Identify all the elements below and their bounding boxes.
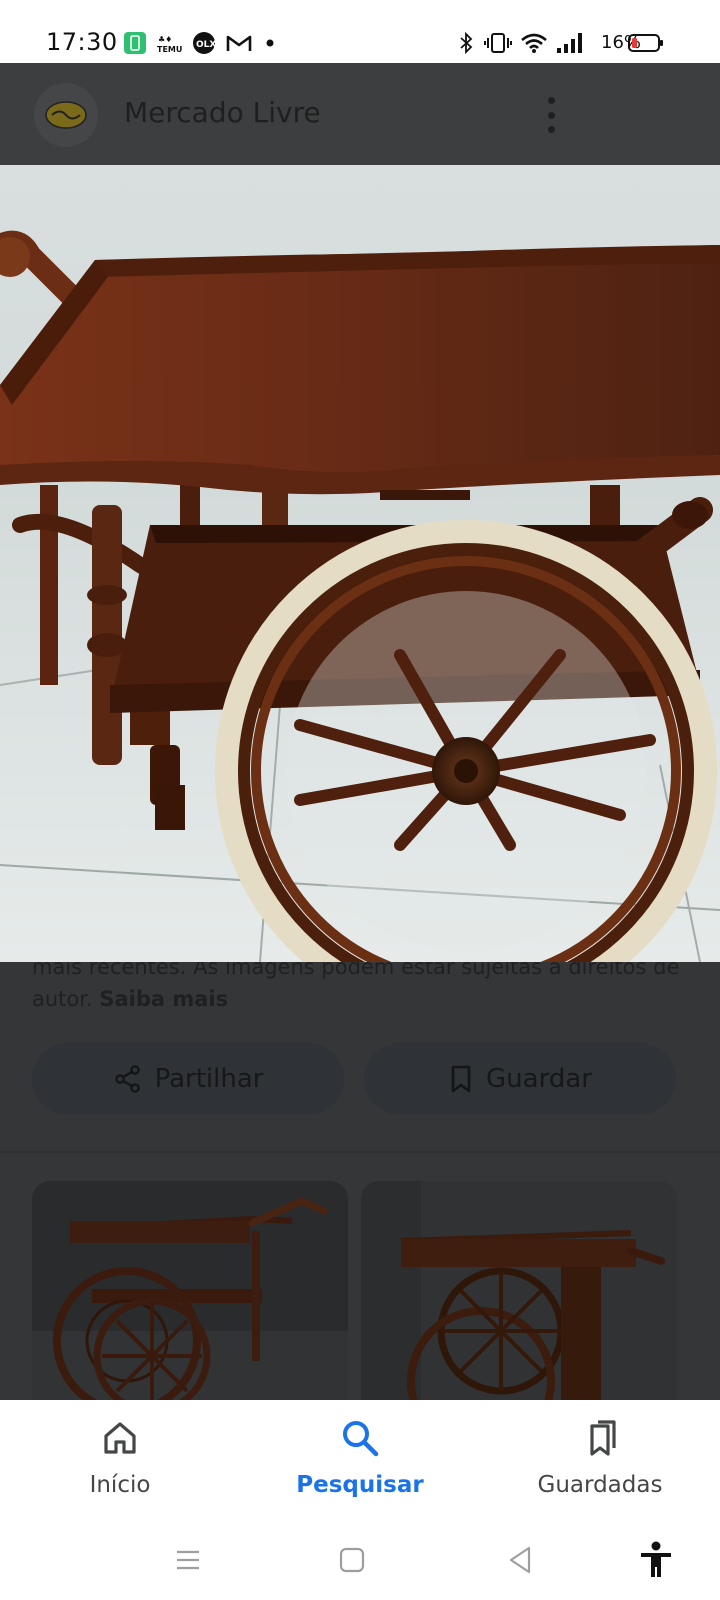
nav-search[interactable]: Pesquisar: [240, 1400, 480, 1520]
save-label: Guardar: [486, 1064, 592, 1094]
back-icon[interactable]: [500, 1540, 540, 1580]
related-image-thumbnail[interactable]: [361, 1181, 677, 1401]
status-time: 17:30: [46, 28, 118, 56]
nav-home[interactable]: Início: [0, 1400, 240, 1520]
bookmarks-icon: [590, 1420, 616, 1456]
share-button[interactable]: Partilhar: [32, 1043, 344, 1115]
learn-more-link[interactable]: Saiba mais: [99, 987, 228, 1011]
svg-text:TEMU: TEMU: [157, 45, 182, 54]
divider: [0, 1151, 720, 1153]
battery-icon: [628, 32, 664, 54]
tea-cart-photo: [0, 165, 720, 962]
status-bar: 17:30 ♣♦ TEMU OLX 16%: [0, 0, 720, 63]
nav-saved-label: Guardadas: [537, 1472, 663, 1498]
dot-icon: [264, 32, 276, 54]
related-image-thumbnail[interactable]: [32, 1181, 348, 1401]
app-header: Mercado Livre: [0, 63, 720, 167]
bluetooth-icon: [456, 32, 476, 54]
vibrate-icon: [484, 32, 512, 54]
signal-icon: [555, 32, 585, 54]
phone-charging-icon: [123, 32, 147, 54]
bottom-navigation: Início Pesquisar Guardadas: [0, 1400, 720, 1520]
share-label: Partilhar: [154, 1064, 264, 1094]
handshake-icon[interactable]: [34, 83, 98, 147]
wifi-icon: [519, 32, 549, 54]
share-icon: [114, 1065, 140, 1093]
system-navigation-bar: [0, 1520, 720, 1600]
accessibility-icon[interactable]: [636, 1540, 676, 1580]
product-image[interactable]: [0, 165, 720, 962]
nav-home-label: Início: [89, 1472, 151, 1498]
gmail-icon: [226, 32, 252, 54]
bookmark-icon: [451, 1065, 471, 1093]
site-name[interactable]: Mercado Livre: [124, 96, 321, 129]
home-button-icon[interactable]: [332, 1540, 372, 1580]
disclaimer-line2: autor.: [32, 987, 93, 1011]
more-vert-icon[interactable]: [536, 93, 566, 137]
olx-icon: OLX: [192, 32, 216, 54]
recent-apps-icon[interactable]: [168, 1540, 208, 1580]
search-icon: [343, 1421, 379, 1457]
svg-text:OLX: OLX: [196, 40, 216, 50]
svg-text:♣♦: ♣♦: [158, 35, 172, 44]
nav-saved[interactable]: Guardadas: [480, 1400, 720, 1520]
home-icon: [104, 1422, 136, 1454]
nav-search-label: Pesquisar: [296, 1472, 424, 1498]
temu-icon: ♣♦ TEMU: [157, 32, 183, 54]
save-button[interactable]: Guardar: [364, 1043, 676, 1115]
